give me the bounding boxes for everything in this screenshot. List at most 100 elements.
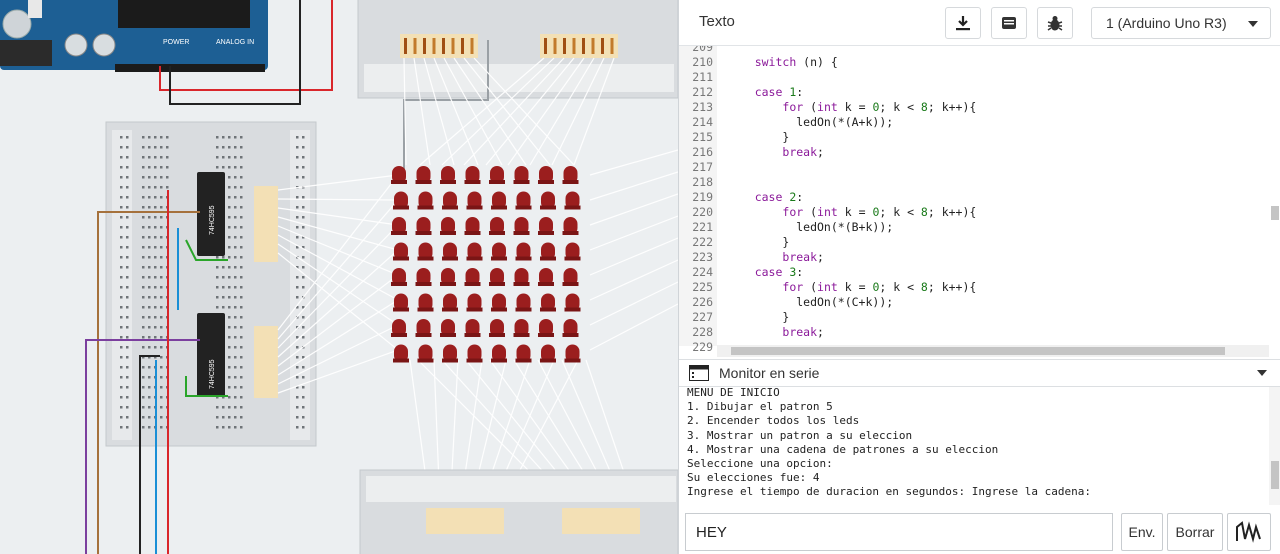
clear-button[interactable]: Borrar <box>1167 513 1223 551</box>
led[interactable] <box>417 293 434 312</box>
led[interactable] <box>540 293 556 312</box>
led[interactable] <box>464 268 481 286</box>
code-line[interactable]: 222 } <box>679 235 1269 250</box>
led[interactable] <box>538 217 554 235</box>
led[interactable] <box>440 319 456 337</box>
debug-button[interactable] <box>1037 7 1073 39</box>
led[interactable] <box>417 191 434 210</box>
editor-vertical-scrollbar[interactable] <box>1269 46 1280 346</box>
led[interactable] <box>393 293 409 312</box>
code-line[interactable]: 221 ledOn(*(B+k)); <box>679 220 1269 235</box>
led[interactable] <box>489 319 505 337</box>
led[interactable] <box>440 217 456 235</box>
code-line[interactable]: 219 case 2: <box>679 190 1269 205</box>
led[interactable] <box>442 191 458 210</box>
serial-scrollbar[interactable] <box>1269 387 1280 505</box>
breadboard-left[interactable] <box>105 121 317 447</box>
led[interactable] <box>415 319 432 337</box>
circuit-canvas[interactable]: POWER ANALOG IN 74HC595 74HC595 <box>0 0 678 554</box>
led[interactable] <box>417 344 434 363</box>
led[interactable] <box>564 344 581 363</box>
led[interactable] <box>440 268 456 286</box>
led[interactable] <box>466 191 483 210</box>
led[interactable] <box>442 242 458 261</box>
download-button[interactable] <box>945 7 981 39</box>
chip-74hc595-top[interactable]: 74HC595 <box>197 172 225 256</box>
send-button[interactable]: Env. <box>1121 513 1163 551</box>
led[interactable] <box>513 268 530 286</box>
code-line[interactable]: 216 break; <box>679 145 1269 160</box>
code-line[interactable]: 209 <box>679 46 1269 55</box>
led[interactable] <box>515 293 532 312</box>
led[interactable] <box>417 242 434 261</box>
serial-monitor-header[interactable]: Monitor en serie <box>679 359 1280 387</box>
led[interactable] <box>540 344 556 363</box>
code-line[interactable]: 214 ledOn(*(A+k)); <box>679 115 1269 130</box>
graph-button[interactable] <box>1227 513 1271 551</box>
led[interactable] <box>393 191 409 210</box>
chip-74hc595-bottom[interactable]: 74HC595 <box>197 313 225 397</box>
code-line[interactable]: 227 } <box>679 310 1269 325</box>
led[interactable] <box>491 344 507 363</box>
code-line[interactable]: 210 switch (n) { <box>679 55 1269 70</box>
code-line[interactable]: 224 case 3: <box>679 265 1269 280</box>
code-line[interactable]: 226 ledOn(*(C+k)); <box>679 295 1269 310</box>
led[interactable] <box>515 191 532 210</box>
editor-horizontal-scrollbar[interactable] <box>717 345 1269 357</box>
led[interactable] <box>415 268 432 286</box>
led-matrix[interactable] <box>391 166 581 363</box>
led[interactable] <box>464 319 481 337</box>
led[interactable] <box>491 293 507 312</box>
code-line[interactable]: 225 for (int k = 0; k < 8; k++){ <box>679 280 1269 295</box>
led[interactable] <box>513 166 530 184</box>
led[interactable] <box>489 217 505 235</box>
led[interactable] <box>466 242 483 261</box>
led[interactable] <box>391 217 407 235</box>
code-line[interactable]: 220 for (int k = 0; k < 8; k++){ <box>679 205 1269 220</box>
led[interactable] <box>540 242 556 261</box>
led[interactable] <box>540 191 556 210</box>
code-line[interactable]: 223 break; <box>679 250 1269 265</box>
code-line[interactable]: 215 } <box>679 130 1269 145</box>
led[interactable] <box>464 166 481 184</box>
led[interactable] <box>489 166 505 184</box>
led[interactable] <box>489 268 505 286</box>
led[interactable] <box>564 293 581 312</box>
led[interactable] <box>491 242 507 261</box>
led[interactable] <box>442 344 458 363</box>
code-editor[interactable]: 209 210 switch (n) {211 212 case 1: 213 for… <box>679 46 1280 359</box>
resistor-array-bottom[interactable] <box>254 326 278 398</box>
led[interactable] <box>515 344 532 363</box>
led[interactable] <box>562 166 579 184</box>
led[interactable] <box>562 217 579 235</box>
chevron-down-icon[interactable] <box>1257 370 1267 376</box>
board-select[interactable]: 1 (Arduino Uno R3) <box>1091 7 1271 39</box>
led[interactable] <box>538 166 554 184</box>
resistor-array-top[interactable] <box>254 186 278 262</box>
led[interactable] <box>442 293 458 312</box>
library-button[interactable] <box>991 7 1027 39</box>
led[interactable] <box>564 191 581 210</box>
led[interactable] <box>515 242 532 261</box>
code-line[interactable]: 217 <box>679 160 1269 175</box>
arduino-board[interactable]: POWER ANALOG IN <box>0 0 268 72</box>
led[interactable] <box>513 217 530 235</box>
led[interactable] <box>562 319 579 337</box>
code-line[interactable]: 228 break; <box>679 325 1269 340</box>
led[interactable] <box>564 242 581 261</box>
led[interactable] <box>440 166 456 184</box>
led[interactable] <box>393 242 409 261</box>
led[interactable] <box>466 293 483 312</box>
code-line[interactable]: 213 for (int k = 0; k < 8; k++){ <box>679 100 1269 115</box>
led[interactable] <box>415 166 432 184</box>
code-line[interactable]: 211 <box>679 70 1269 85</box>
breadboard-bottom[interactable] <box>359 469 678 554</box>
serial-input[interactable] <box>685 513 1113 551</box>
led[interactable] <box>415 217 432 235</box>
led[interactable] <box>538 319 554 337</box>
led[interactable] <box>464 217 481 235</box>
code-line[interactable]: 212 case 1: <box>679 85 1269 100</box>
led[interactable] <box>513 319 530 337</box>
led[interactable] <box>491 191 507 210</box>
led[interactable] <box>538 268 554 286</box>
